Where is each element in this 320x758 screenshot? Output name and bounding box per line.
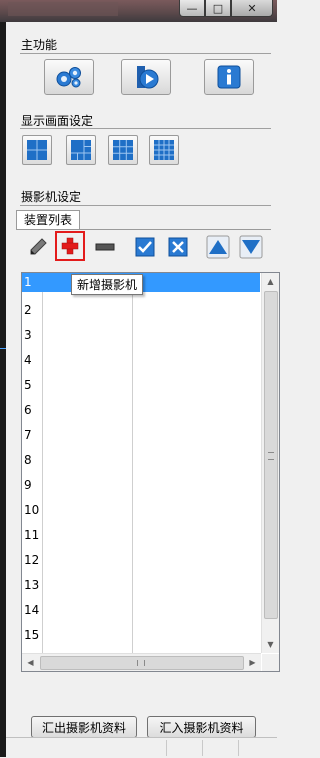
row-number: 7 — [24, 428, 32, 442]
list-item[interactable]: 3 — [22, 323, 261, 348]
status-separator — [202, 740, 203, 756]
list-item[interactable]: 9 — [22, 473, 261, 498]
playback-icon — [137, 66, 159, 89]
horizontal-scrollbar[interactable]: ◀ ▶ — [22, 653, 261, 671]
row-number: 9 — [24, 478, 32, 492]
status-separator — [166, 740, 167, 756]
select-all-button[interactable] — [133, 235, 157, 259]
row-number: 5 — [24, 378, 32, 392]
vertical-scrollbar[interactable]: ▲ ▼ — [261, 273, 279, 653]
arrow-down-icon — [239, 235, 263, 259]
control-panel: 主功能 显示画面设定 摄影机设定 装置列表 1 2 3 4 5 6 7 8 9 … — [6, 22, 280, 757]
display-settings-title: 显示画面设定 — [21, 114, 94, 128]
row-number: 10 — [24, 503, 40, 517]
add-camera-button[interactable] — [55, 231, 85, 261]
remove-camera-button[interactable] — [93, 235, 117, 259]
gear-icon — [56, 67, 81, 88]
playback-button[interactable] — [121, 59, 171, 95]
divider — [20, 53, 271, 54]
grip-icon — [268, 452, 274, 460]
check-all-icon — [135, 237, 155, 257]
grip-icon — [137, 660, 145, 666]
list-item[interactable]: 14 — [22, 598, 261, 623]
window-controls: — □ ✕ — [179, 0, 273, 17]
info-icon — [217, 65, 241, 89]
list-item[interactable]: 6 — [22, 398, 261, 423]
plus-icon — [61, 237, 79, 255]
layout-grid9-icon — [113, 140, 133, 160]
add-camera-tooltip: 新增摄影机 — [71, 274, 144, 295]
info-button[interactable] — [204, 59, 254, 95]
pencil-icon — [30, 238, 47, 255]
row-number: 4 — [24, 353, 32, 367]
list-item[interactable]: 12 — [22, 548, 261, 573]
scroll-left-arrow-icon[interactable]: ◀ — [22, 654, 39, 671]
camera-settings-title: 摄影机设定 — [21, 190, 82, 204]
status-separator — [238, 740, 239, 756]
scroll-down-arrow-icon[interactable]: ▼ — [262, 636, 279, 653]
status-bar — [6, 737, 277, 758]
list-item[interactable]: 4 — [22, 348, 261, 373]
row-number: 15 — [24, 628, 40, 642]
horizontal-scroll-thumb[interactable] — [40, 656, 244, 670]
list-item[interactable]: 7 — [22, 423, 261, 448]
import-camera-data-button[interactable]: 汇入摄影机资料 — [147, 716, 256, 738]
list-item[interactable]: 15 — [22, 623, 261, 648]
move-down-button[interactable] — [239, 235, 263, 259]
list-item[interactable]: 8 — [22, 448, 261, 473]
title-text-blur — [8, 2, 118, 16]
move-up-button[interactable] — [206, 235, 230, 259]
device-list[interactable]: 1 2 3 4 5 6 7 8 9 10 11 12 13 14 15 ▲ ▼ … — [21, 272, 280, 672]
vertical-scroll-thumb[interactable] — [264, 291, 278, 619]
list-item[interactable]: 5 — [22, 373, 261, 398]
layout-1plus-button[interactable] — [66, 135, 96, 165]
row-number: 8 — [24, 453, 32, 467]
list-item[interactable]: 10 — [22, 498, 261, 523]
tab-device-list[interactable]: 装置列表 — [16, 210, 80, 230]
layout-single-icon — [27, 140, 47, 160]
scroll-right-arrow-icon[interactable]: ▶ — [244, 654, 261, 671]
scroll-corner — [262, 654, 279, 671]
row-number: 1 — [24, 275, 32, 289]
layout-1x1-button[interactable] — [22, 135, 52, 165]
title-bar: — □ ✕ — [0, 0, 277, 22]
row-number: 6 — [24, 403, 32, 417]
scroll-up-arrow-icon[interactable]: ▲ — [262, 273, 279, 290]
tab-underline — [16, 229, 271, 230]
row-number: 13 — [24, 578, 40, 592]
layout-4x4-button[interactable] — [149, 135, 179, 165]
layout-split-icon — [71, 140, 91, 160]
edit-camera-button[interactable] — [26, 235, 50, 259]
row-number: 11 — [24, 528, 40, 542]
settings-button[interactable] — [44, 59, 94, 95]
layout-grid16-icon — [154, 140, 174, 160]
minus-icon — [95, 243, 115, 251]
deselect-all-button[interactable] — [166, 235, 190, 259]
divider — [20, 128, 271, 129]
list-item[interactable]: 2 — [22, 298, 261, 323]
list-item[interactable]: 11 — [22, 523, 261, 548]
row-number: 3 — [24, 328, 32, 342]
divider — [20, 205, 271, 206]
list-item[interactable]: 13 — [22, 573, 261, 598]
uncheck-all-icon — [168, 237, 188, 257]
main-functions-title: 主功能 — [21, 38, 58, 52]
minimize-button[interactable]: — — [179, 0, 205, 17]
row-number: 12 — [24, 553, 40, 567]
export-camera-data-button[interactable]: 汇出摄影机资料 — [31, 716, 137, 738]
row-number: 14 — [24, 603, 40, 617]
row-number: 2 — [24, 303, 32, 317]
close-button[interactable]: ✕ — [231, 0, 273, 17]
maximize-button[interactable]: □ — [205, 0, 231, 17]
layout-3x3-button[interactable] — [108, 135, 138, 165]
arrow-up-icon — [206, 235, 230, 259]
